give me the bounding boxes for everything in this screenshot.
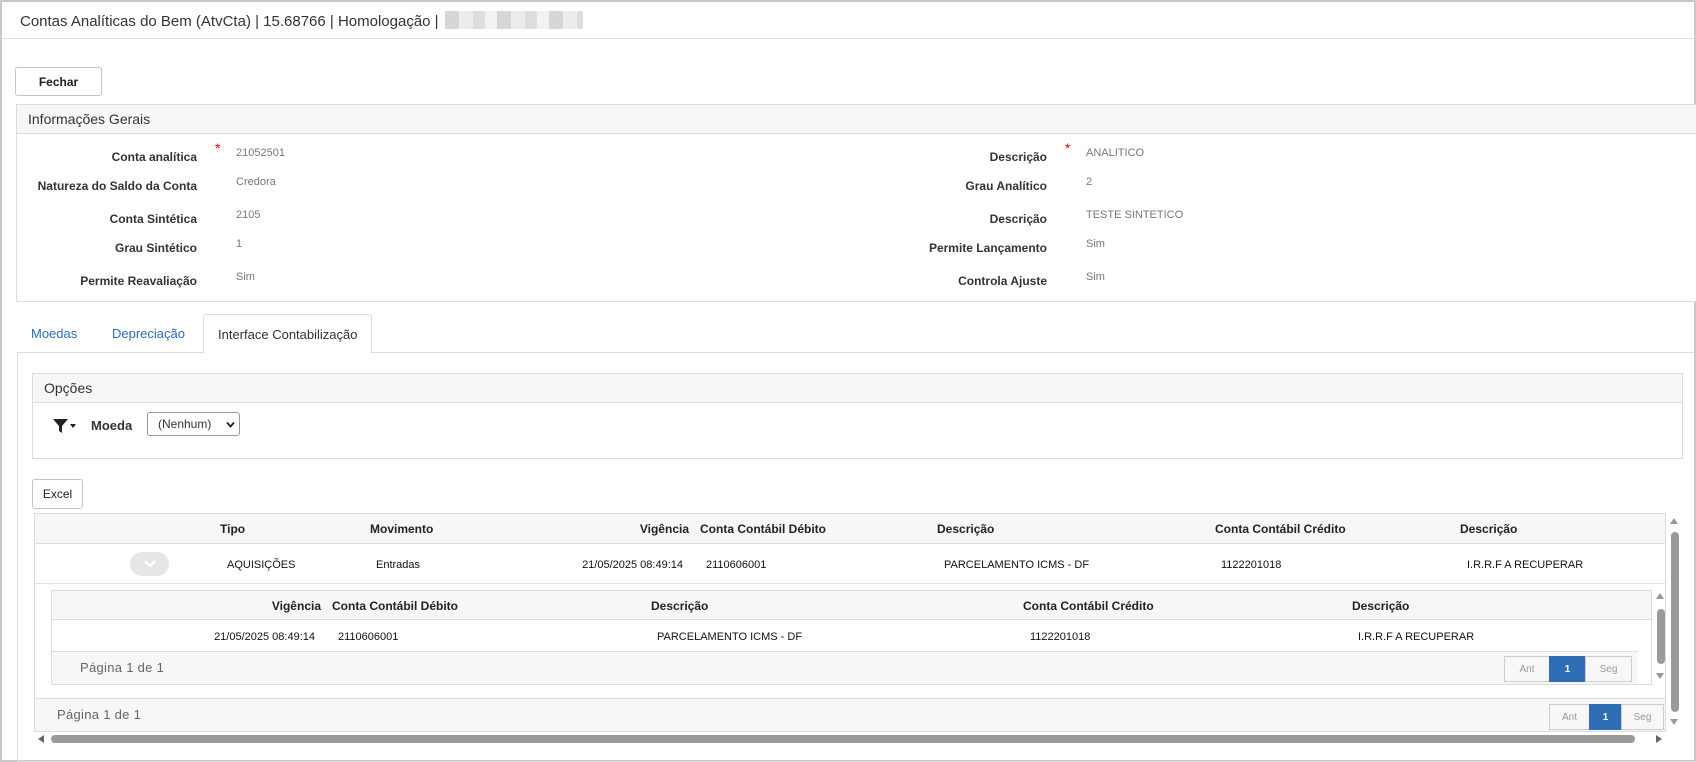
value-descricao-sintetica: TESTE SINTETICO (1086, 209, 1184, 221)
options-title: Opções (33, 374, 1682, 403)
options-panel: Opções (32, 373, 1683, 459)
detail-scroll-up-icon[interactable] (1656, 593, 1664, 599)
main-header-descricao-debito: Descrição (937, 522, 995, 536)
detail-header-conta-debito: Conta Contábil Débito (332, 599, 458, 613)
detail-scroll-down-icon[interactable] (1656, 673, 1664, 679)
detail-vertical-scrollbar[interactable] (1657, 609, 1665, 664)
app-window: Contas Analíticas do Bem (AtvCta) | 15.6… (0, 0, 1696, 762)
label-controla-ajuste: Controla Ajuste (958, 274, 1047, 288)
label-descricao-analitica: Descrição (989, 150, 1047, 164)
required-marker: * (215, 140, 221, 156)
main-cell-descricao-credito: I.R.R.F A RECUPERAR (1467, 559, 1584, 571)
value-conta-sintetica: 2105 (236, 209, 261, 221)
value-descricao-analitica: ANALITICO (1086, 147, 1145, 159)
scroll-right-icon[interactable] (1656, 735, 1662, 743)
main-scroll-up-icon[interactable] (1670, 518, 1678, 524)
detail-pager-page-1[interactable]: 1 (1549, 656, 1586, 682)
main-vertical-scrollbar[interactable] (1671, 532, 1679, 712)
value-conta-analitica: 21052501 (236, 147, 285, 159)
value-grau-sintetico: 1 (236, 238, 243, 250)
currency-label: Moeda (91, 418, 133, 433)
row-expand-button[interactable] (130, 552, 169, 576)
label-natureza-saldo: Natureza do Saldo da Conta (37, 179, 197, 193)
detail-header-descricao-debito: Descrição (651, 599, 709, 613)
label-grau-sintetico: Grau Sintético (114, 241, 197, 255)
main-header-conta-credito: Conta Contábil Crédito (1215, 522, 1346, 536)
label-permite-reavaliacao: Permite Reavaliação (80, 274, 197, 288)
value-controla-ajuste: Sim (1086, 271, 1105, 283)
filter-icon[interactable] (51, 416, 77, 436)
general-info-panel: Informações Gerais (16, 104, 1696, 302)
title-bar: Contas Analíticas do Bem (AtvCta) | 15.6… (2, 2, 1694, 39)
detail-cell-descricao-debito: PARCELAMENTO ICMS - DF (657, 631, 803, 643)
detail-header-conta-credito: Conta Contábil Crédito (1023, 599, 1154, 613)
main-cell-descricao-debito: PARCELAMENTO ICMS - DF (944, 559, 1090, 571)
main-header-tipo: Tipo (220, 522, 246, 536)
main-cell-vigencia: 21/05/2025 08:49:14 (582, 559, 683, 571)
window-title-text: Contas Analíticas do Bem (AtvCta) | 15.6… (20, 13, 439, 30)
detail-header-vigencia: Vigência (271, 599, 321, 613)
main-scroll-down-icon[interactable] (1670, 719, 1678, 725)
main-cell-conta-credito: 1122201018 (1221, 559, 1282, 571)
redacted-area (444, 11, 583, 29)
window-title: Contas Analíticas do Bem (AtvCta) | 15.6… (20, 11, 583, 30)
label-conta-analitica: Conta analítica (111, 150, 197, 164)
tab-moedas[interactable]: Moedas (17, 314, 91, 353)
main-pager (35, 698, 1665, 731)
tab-interface-contabilizacao[interactable]: Interface Contabilização (203, 314, 373, 354)
label-conta-sintetica: Conta Sintética (109, 212, 197, 226)
main-header-movimento: Movimento (370, 522, 434, 536)
value-natureza-saldo: Credora (236, 176, 276, 188)
value-permite-lancamento: Sim (1086, 238, 1105, 250)
main-cell-tipo: AQUISIÇÕES (227, 559, 296, 571)
label-grau-analitico: Grau Analítico (965, 179, 1047, 193)
currency-select-value: (Nenhum) (158, 417, 212, 431)
tab-bar: Moedas Depreciação Interface Contabiliza… (17, 314, 1694, 354)
main-pager-text: Página 1 de 1 (57, 707, 142, 722)
general-info-title: Informações Gerais (17, 105, 1696, 134)
detail-pager (52, 651, 1638, 684)
excel-button[interactable]: Excel (32, 479, 83, 509)
horizontal-scrollbar[interactable] (51, 735, 1635, 743)
tab-depreciacao[interactable]: Depreciação (98, 314, 199, 353)
main-cell-movimento: Entradas (376, 559, 421, 571)
close-button[interactable]: Fechar (15, 67, 102, 96)
required-marker: * (1065, 140, 1071, 156)
scroll-left-icon[interactable] (38, 735, 44, 743)
main-pager-page-1[interactable]: 1 (1589, 704, 1622, 730)
chevron-down-icon (144, 560, 156, 568)
chevron-down-icon (226, 418, 235, 428)
currency-select[interactable]: (Nenhum) (147, 412, 240, 436)
main-header-vigencia: Vigência (639, 522, 689, 536)
detail-header-descricao-credito: Descrição (1352, 599, 1410, 613)
main-header-conta-debito: Conta Contábil Débito (700, 522, 826, 536)
main-grid-header (35, 514, 1665, 544)
detail-pager-prev[interactable]: Ant (1504, 656, 1550, 682)
detail-pager-text: Página 1 de 1 (80, 660, 165, 675)
value-grau-analitico: 2 (1086, 176, 1093, 188)
label-descricao-sintetica: Descrição (989, 212, 1047, 226)
detail-pager-next[interactable]: Seg (1585, 656, 1632, 682)
detail-cell-conta-credito: 1122201018 (1030, 631, 1091, 643)
main-cell-conta-debito: 2110606001 (706, 559, 767, 571)
main-pager-next[interactable]: Seg (1621, 704, 1664, 730)
detail-cell-descricao-credito: I.R.R.F A RECUPERAR (1358, 631, 1475, 643)
label-permite-lancamento: Permite Lançamento (928, 241, 1047, 255)
main-pager-prev[interactable]: Ant (1549, 704, 1590, 730)
main-header-descricao-credito: Descrição (1460, 522, 1518, 536)
value-permite-reavaliacao: Sim (236, 271, 255, 283)
detail-cell-conta-debito: 2110606001 (338, 631, 399, 643)
detail-cell-vigencia: 21/05/2025 08:49:14 (214, 631, 315, 643)
